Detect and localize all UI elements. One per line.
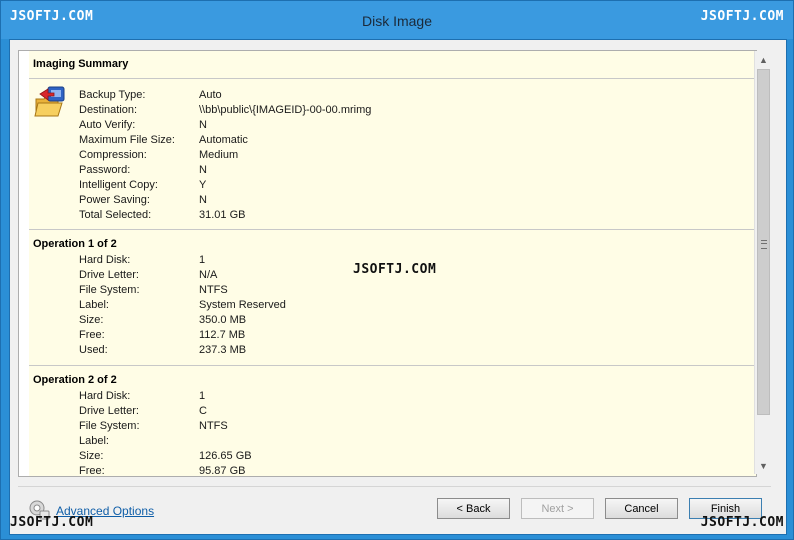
op1-row-size: Size: 350.0 MB xyxy=(79,314,247,326)
cancel-button[interactable]: Cancel xyxy=(605,498,678,519)
summary-row-backup-type: Backup Type: Auto xyxy=(79,89,222,101)
watermark-bottom-right: JSOFTJ.COM xyxy=(700,515,784,530)
summary-row-compression: Compression: Medium xyxy=(79,149,239,161)
operation-2-section: Operation 2 of 2 Hard Disk: 1 Drive Lette… xyxy=(29,366,756,477)
scroll-up-icon[interactable]: ▲ xyxy=(755,51,772,68)
op2-row-hard-disk: Hard Disk: 1 xyxy=(79,390,206,402)
summary-row-auto-verify: Auto Verify: N xyxy=(79,119,207,131)
imaging-summary-title: Imaging Summary xyxy=(33,58,129,70)
summary-row-intelligent-copy: Intelligent Copy: Y xyxy=(79,179,207,191)
vertical-scrollbar[interactable]: ▲ ▼ xyxy=(754,51,772,474)
op1-row-used: Used: 237.3 MB xyxy=(79,344,247,356)
summary-row-destination: Destination: \\bb\public\{IMAGEID}-00-00.… xyxy=(79,104,372,116)
back-button[interactable]: < Back xyxy=(437,498,510,519)
op2-row-drive-letter: Drive Letter: C xyxy=(79,405,207,417)
imaging-summary-section: Imaging Summary Backup Type: Auto Destina… xyxy=(29,51,756,230)
operation-1-title: Operation 1 of 2 xyxy=(33,238,117,250)
scroll-down-icon[interactable]: ▼ xyxy=(755,457,772,474)
scrollbar-grip-icon xyxy=(761,240,767,249)
next-button[interactable]: Next > xyxy=(521,498,594,519)
summary-row-password: Password: N xyxy=(79,164,207,176)
operation-1-section: Operation 1 of 2 Hard Disk: 1 Drive Lette… xyxy=(29,230,756,366)
operation-2-rows: Hard Disk: 1 Drive Letter: C File System: N… xyxy=(29,389,756,477)
watermark-bottom-left: JSOFTJ.COM xyxy=(10,515,94,530)
title-bar[interactable]: Disk Image xyxy=(1,1,793,39)
operation-2-title: Operation 2 of 2 xyxy=(33,374,117,386)
footer-divider xyxy=(18,486,771,487)
op1-row-free: Free: 112.7 MB xyxy=(79,329,246,341)
summary-row-maximum-file-size: Maximum File Size: Automatic xyxy=(79,134,248,146)
op1-row-file-system: File System: NTFS xyxy=(79,284,228,296)
summary-divider xyxy=(29,78,756,79)
op2-row-label: Label: xyxy=(79,435,109,447)
summary-rows: Backup Type: Auto Destination: \\bb\public… xyxy=(29,88,756,223)
watermark-top-right: JSOFTJ.COM xyxy=(700,9,784,24)
op2-row-file-system: File System: NTFS xyxy=(79,420,228,432)
summary-row-power-saving: Power Saving: N xyxy=(79,194,207,206)
op1-row-label: Label: System Reserved xyxy=(79,299,286,311)
scrollbar-thumb[interactable] xyxy=(757,69,770,415)
watermark-center: JSOFTJ.COM xyxy=(353,262,437,277)
watermark-top-left: JSOFTJ.COM xyxy=(10,9,94,24)
op2-row-size: Size: 126.65 GB xyxy=(79,450,252,462)
window-title: Disk Image xyxy=(361,13,433,29)
summary-row-total-selected: Total Selected: 31.01 GB xyxy=(79,209,246,221)
op2-row-free: Free: 95.87 GB xyxy=(79,465,246,477)
